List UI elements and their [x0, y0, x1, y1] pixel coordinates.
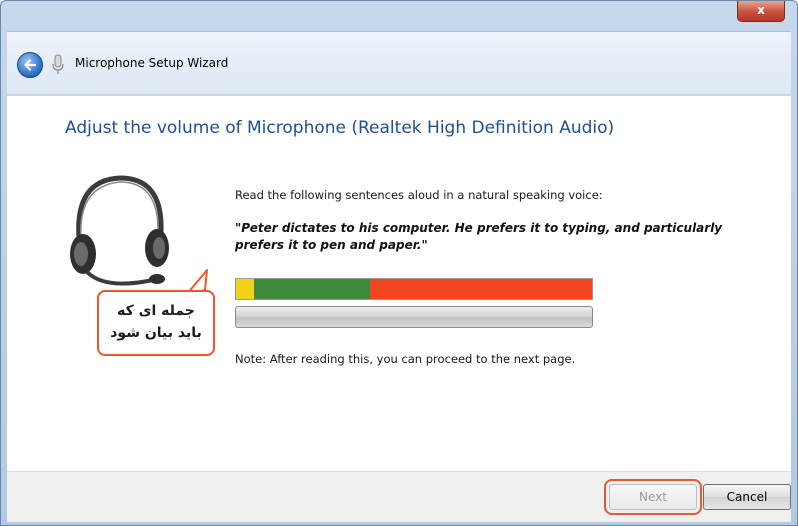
- level-segment-red: [370, 279, 592, 299]
- level-segment-green: [254, 279, 370, 299]
- note-text: Note: After reading this, you can procee…: [235, 352, 576, 366]
- sentence-text: "Peter dictates to his computer. He pref…: [235, 221, 723, 252]
- reading-progress-bar: [235, 306, 593, 328]
- back-arrow-icon: [24, 59, 37, 71]
- callout-line-1: جمله ای که: [117, 303, 195, 319]
- page-heading: Adjust the volume of Microphone (Realtek…: [65, 118, 615, 138]
- callout-line-2: باید بیان شود: [110, 325, 202, 341]
- wizard-content: Adjust the volume of Microphone (Realtek…: [7, 95, 791, 472]
- cancel-button[interactable]: Cancel: [703, 484, 791, 510]
- annotation-callout: جمله ای که باید بیان شود: [97, 290, 215, 356]
- close-button[interactable]: x: [737, 1, 785, 22]
- wizard-footer: Next Cancel: [7, 471, 791, 522]
- instruction-text: Read the following sentences aloud in a …: [235, 188, 603, 202]
- microphone-icon: [52, 54, 64, 74]
- level-segment-yellow: [236, 279, 254, 299]
- volume-level-meter: [235, 278, 593, 300]
- headset-icon: [70, 175, 169, 286]
- next-button[interactable]: Next: [604, 479, 702, 515]
- wizard-header: Microphone Setup Wizard: [7, 31, 791, 94]
- window-title: Microphone Setup Wizard: [75, 56, 229, 70]
- back-button[interactable]: [17, 52, 43, 78]
- wizard-window: x Microphone Setup Wizard Adjust the vol…: [0, 0, 798, 526]
